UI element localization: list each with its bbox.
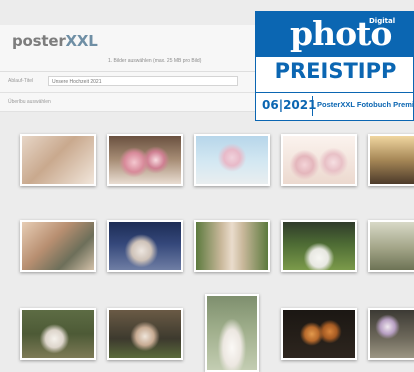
bride-field-photo[interactable] [281,220,357,272]
flower-jar-photo[interactable] [368,308,414,360]
bride-portrait-photo[interactable] [205,294,259,372]
couple-sunset-photo[interactable] [368,134,414,186]
badge-title: PREISTIPP [274,59,397,83]
app-screen: posterXXL 1. Bilder auswählen (max. 25 M… [0,0,414,372]
photo-gallery [12,120,414,372]
badge-issue: 06|2021 [262,98,317,112]
posterxxl-logo[interactable]: posterXXL [12,32,98,50]
badge-photo-logo: photo [290,14,392,53]
badge-divider [256,92,414,93]
badge-product-name: PosterXXL Fotobuch Premium [317,100,414,109]
badge-separator [312,96,313,116]
table-flowers-photo[interactable] [107,134,183,186]
logo-text-xxl: XXL [65,32,98,50]
photo-digital-award-badge: Digital photo PREISTIPP 06|2021 PosterXX… [255,11,414,121]
couple-bed-photo[interactable] [107,220,183,272]
roses-dark-photo[interactable] [281,308,357,360]
bride-lake-photo[interactable] [368,220,414,272]
bride-bouquet-photo[interactable] [20,308,96,360]
logo-text-poster: poster [12,32,66,50]
baby-flowers-photo[interactable] [281,134,357,186]
badge-header: Digital photo [256,12,414,57]
wedding-arch-photo[interactable] [194,134,270,186]
hands-heart-photo[interactable] [20,134,96,186]
couple-kiss-photo[interactable] [107,308,183,360]
title-label: Ablauf-Titel [8,78,34,84]
select-action-link[interactable]: Überlbu auswählen [8,99,51,105]
upload-step-text: 1. Bilder auswählen (max. 25 MB pro Bild… [108,58,202,64]
title-input[interactable]: Unsere Hochzeit 2021 [48,76,238,86]
rings-hands-photo[interactable] [20,220,96,272]
ceremony-aisle-photo[interactable] [194,220,270,272]
